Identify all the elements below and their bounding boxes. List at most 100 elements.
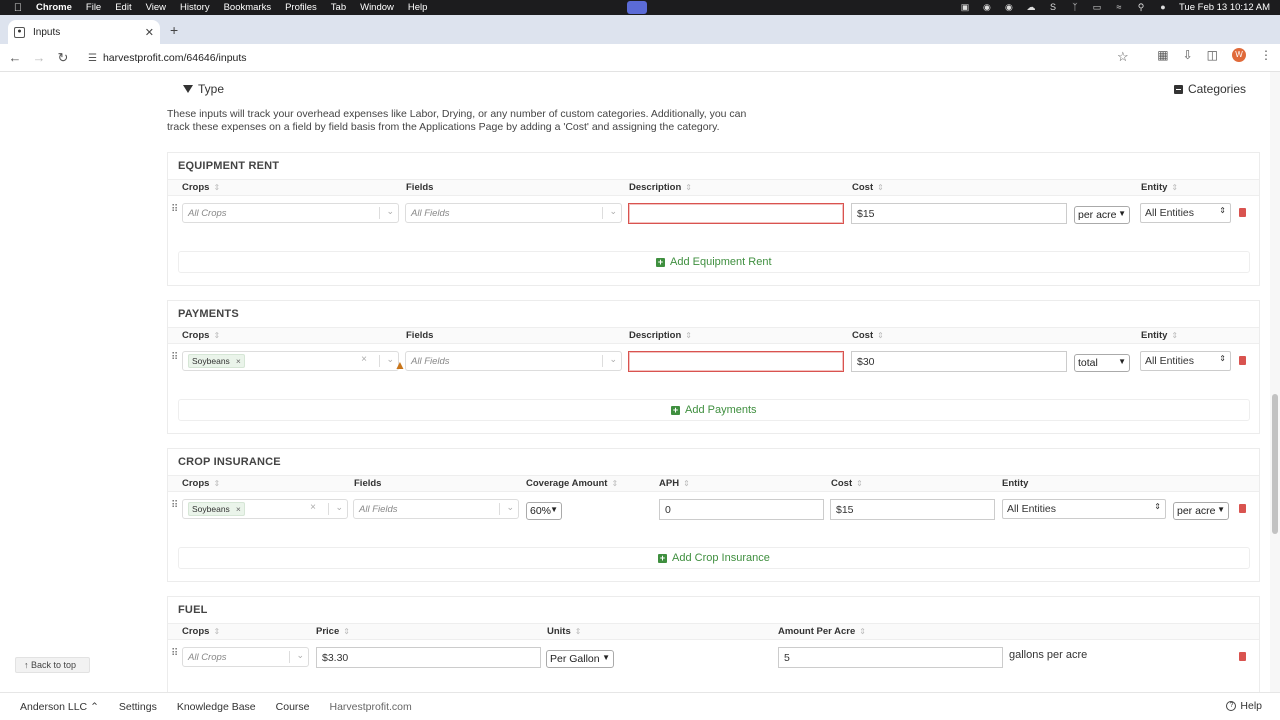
- fields-select[interactable]: All Fields ⌄: [353, 499, 519, 519]
- col-coverage-amount[interactable]: Coverage Amount ⇕: [526, 478, 618, 489]
- trash-icon[interactable]: [1239, 356, 1246, 368]
- app-status-icon[interactable]: ◉: [981, 3, 993, 12]
- site-info-icon[interactable]: ☰: [88, 53, 97, 64]
- remove-chip-icon[interactable]: ×: [236, 504, 241, 514]
- col-crops[interactable]: Crops ⇕: [182, 478, 220, 489]
- org-switcher[interactable]: Anderson LLC ⌃: [20, 701, 99, 713]
- url-text[interactable]: harvestprofit.com/64646/inputs: [103, 52, 247, 64]
- clear-icon[interactable]: ×: [310, 502, 316, 513]
- clear-icon[interactable]: ×: [361, 354, 367, 365]
- download-icon[interactable]: ⇩: [1183, 48, 1193, 62]
- menu-window[interactable]: Window: [360, 2, 394, 13]
- extensions-icon[interactable]: ▦: [1157, 48, 1168, 62]
- unit-select[interactable]: per acre ▼: [1173, 502, 1229, 520]
- amount-per-acre-input[interactable]: 5: [778, 647, 1003, 668]
- col-entity[interactable]: Entity ⇕: [1141, 330, 1178, 341]
- wifi-icon[interactable]: ≈: [1113, 3, 1125, 12]
- menu-bookmarks[interactable]: Bookmarks: [224, 2, 272, 13]
- col-amount-per-acre[interactable]: Amount Per Acre ⇕: [778, 626, 866, 637]
- screen-share-icon[interactable]: [627, 1, 647, 14]
- profile-avatar[interactable]: W: [1232, 48, 1246, 62]
- fields-select[interactable]: All Fields ⌄: [405, 203, 622, 223]
- camera-icon[interactable]: ▣: [959, 3, 971, 12]
- crops-select[interactable]: All Crops ⌄: [182, 647, 309, 667]
- menu-tab[interactable]: Tab: [331, 2, 346, 13]
- remove-chip-icon[interactable]: ×: [236, 356, 241, 366]
- forward-icon[interactable]: →: [27, 50, 51, 65]
- bookmark-star-icon[interactable]: ☆: [1117, 49, 1129, 65]
- col-price[interactable]: Price ⇕: [316, 626, 350, 637]
- menu-app-name[interactable]: Chrome: [36, 2, 72, 13]
- new-tab-icon[interactable]: +: [170, 22, 178, 38]
- scrollbar[interactable]: [1270, 72, 1280, 692]
- crops-select[interactable]: All Crops ⌄: [182, 203, 399, 223]
- menu-help[interactable]: Help: [408, 2, 428, 13]
- drag-handle-icon[interactable]: ⠿: [171, 352, 178, 363]
- apple-icon[interactable]: : [0, 2, 36, 14]
- cloud-icon[interactable]: ☁: [1025, 3, 1037, 12]
- add-crop-insurance-button[interactable]: + Add Crop Insurance: [658, 552, 770, 564]
- col-description[interactable]: Description ⇕: [629, 182, 692, 193]
- drag-handle-icon[interactable]: ⠿: [171, 648, 178, 659]
- col-aph[interactable]: APH ⇕: [659, 478, 690, 489]
- back-icon[interactable]: ←: [3, 50, 27, 65]
- drag-handle-icon[interactable]: ⠿: [171, 500, 178, 511]
- search-icon[interactable]: ⚲: [1135, 3, 1147, 12]
- drag-handle-icon[interactable]: ⠿: [171, 204, 178, 215]
- col-cost[interactable]: Cost ⇕: [852, 182, 884, 193]
- coverage-select[interactable]: 60% ▼: [526, 502, 562, 520]
- footer-link-settings[interactable]: Settings: [119, 701, 157, 713]
- battery-icon[interactable]: ▭: [1091, 3, 1103, 12]
- clock[interactable]: Tue Feb 13 10:12 AM: [1179, 2, 1270, 13]
- entity-select[interactable]: All Entities ⇕: [1140, 351, 1231, 371]
- help-button[interactable]: ? Help: [1226, 700, 1262, 712]
- kebab-menu-icon[interactable]: ⋮: [1260, 48, 1272, 62]
- col-crops[interactable]: Crops ⇕: [182, 330, 220, 341]
- unit-select[interactable]: per acre ▼: [1074, 206, 1130, 224]
- col-cost[interactable]: Cost ⇕: [831, 478, 863, 489]
- menu-profiles[interactable]: Profiles: [285, 2, 317, 13]
- col-description[interactable]: Description ⇕: [629, 330, 692, 341]
- entity-select[interactable]: All Entities ⇕: [1140, 203, 1231, 223]
- col-crops[interactable]: Crops ⇕: [182, 626, 220, 637]
- app-status-icon[interactable]: S: [1047, 3, 1059, 12]
- add-equipment-rent-button[interactable]: + Add Equipment Rent: [656, 256, 772, 268]
- type-filter-button[interactable]: Type: [183, 82, 224, 96]
- trash-icon[interactable]: [1239, 652, 1246, 664]
- col-entity[interactable]: Entity ⇕: [1141, 182, 1178, 193]
- crops-select[interactable]: Soybeans × × ⌄: [182, 499, 348, 519]
- control-center-icon[interactable]: ●: [1157, 3, 1169, 12]
- cost-input[interactable]: $15: [830, 499, 995, 520]
- col-cost[interactable]: Cost ⇕: [852, 330, 884, 341]
- add-payments-button[interactable]: + Add Payments: [671, 404, 757, 416]
- tab-inputs[interactable]: ● Inputs ✕: [8, 20, 160, 44]
- fields-select[interactable]: All Fields ⌄: [405, 351, 622, 371]
- categories-button[interactable]: Categories: [1173, 82, 1246, 96]
- close-tab-icon[interactable]: ✕: [145, 26, 154, 39]
- trash-icon[interactable]: [1239, 208, 1246, 220]
- address-bar[interactable]: ☰ harvestprofit.com/64646/inputs: [82, 47, 1142, 69]
- scrollbar-thumb[interactable]: [1272, 394, 1278, 534]
- entity-select[interactable]: All Entities ⇕: [1002, 499, 1166, 519]
- price-input[interactable]: $3.30: [316, 647, 541, 668]
- cost-input[interactable]: $30: [851, 351, 1067, 372]
- menu-view[interactable]: View: [146, 2, 166, 13]
- reload-icon[interactable]: ↻: [51, 50, 75, 66]
- side-panel-icon[interactable]: ◫: [1207, 48, 1218, 62]
- crops-select[interactable]: Soybeans × × ⌄: [182, 351, 399, 371]
- menu-file[interactable]: File: [86, 2, 101, 13]
- menu-edit[interactable]: Edit: [115, 2, 131, 13]
- bluetooth-icon[interactable]: ᛉ: [1069, 3, 1081, 12]
- app-status-icon[interactable]: ◉: [1003, 3, 1015, 12]
- col-crops[interactable]: Crops ⇕: [182, 182, 220, 193]
- aph-input[interactable]: 0: [659, 499, 824, 520]
- back-to-top-button[interactable]: ↑ Back to top: [15, 657, 90, 673]
- description-input[interactable]: [628, 351, 844, 372]
- col-units[interactable]: Units ⇕: [547, 626, 581, 637]
- units-select[interactable]: Per Gallon ▼: [546, 650, 614, 668]
- unit-select[interactable]: total ▼: [1074, 354, 1130, 372]
- cost-input[interactable]: $15: [851, 203, 1067, 224]
- footer-link-knowledge-base[interactable]: Knowledge Base: [177, 701, 256, 713]
- footer-link-course[interactable]: Course: [276, 701, 310, 713]
- menu-history[interactable]: History: [180, 2, 210, 13]
